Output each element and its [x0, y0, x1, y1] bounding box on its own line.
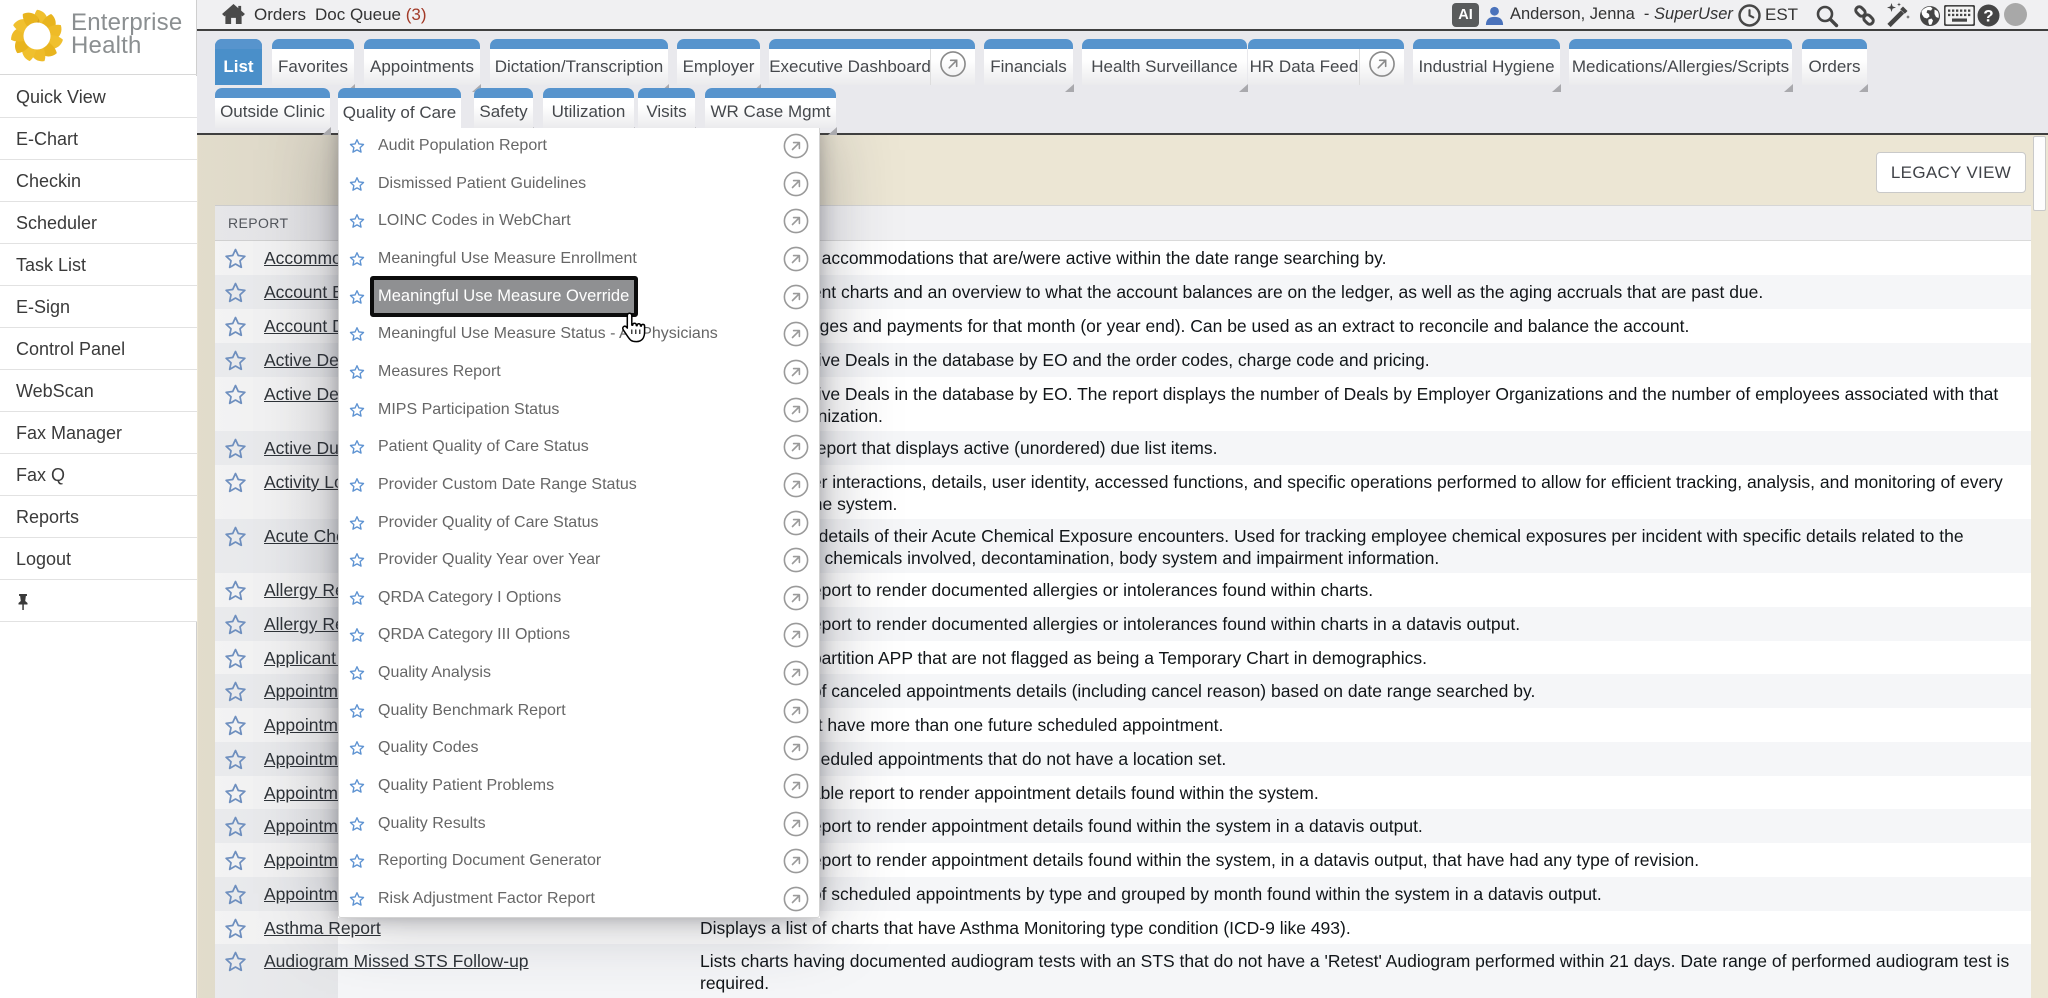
svg-text:?: ?: [1983, 7, 1993, 26]
